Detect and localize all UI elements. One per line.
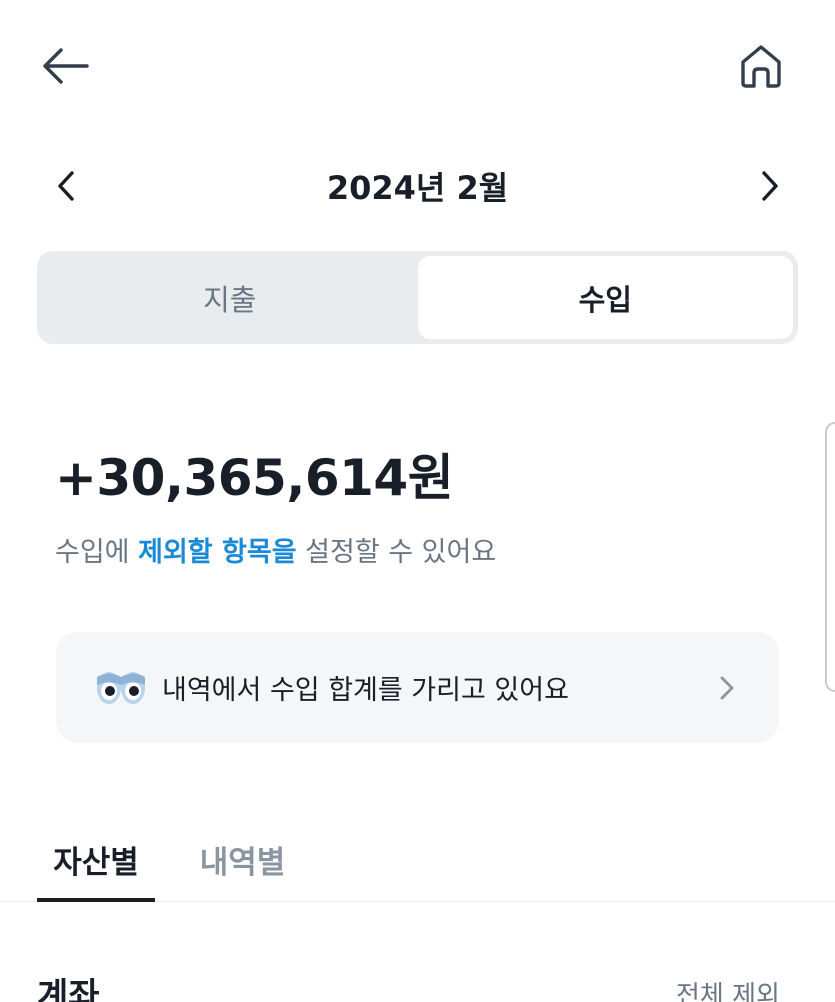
chevron-left-icon <box>58 171 74 201</box>
home-button[interactable] <box>728 36 794 96</box>
chevron-right-icon <box>762 171 778 201</box>
tab-by-history[interactable]: 내역별 <box>180 818 305 901</box>
side-panel-handle[interactable] <box>825 422 835 692</box>
prev-month-button[interactable] <box>40 160 92 212</box>
segment-expense[interactable]: 지출 <box>42 256 418 339</box>
exclude-all-button[interactable]: 전체 제외 <box>676 975 780 1002</box>
hidden-total-notice[interactable]: 내역에서 수입 합계를 가리고 있어요 <box>56 632 779 743</box>
exclude-hint-prefix: 수입에 <box>55 537 139 568</box>
segment-income[interactable]: 수입 <box>417 256 793 339</box>
eyes-icon <box>97 671 145 704</box>
exclude-items-link[interactable]: 제외할 항목을 <box>138 537 296 568</box>
page: 2024년 2월 지출 수입 +30,365,614원 수입에 제외할 항목을 … <box>0 0 835 1002</box>
back-button[interactable] <box>30 36 100 96</box>
section-title: 계좌 <box>37 976 100 1002</box>
tab-by-asset[interactable]: 자산별 <box>37 818 155 902</box>
exclude-hint: 수입에 제외할 항목을 설정할 수 있어요 <box>55 530 496 570</box>
breakdown-tabs: 자산별 내역별 <box>0 818 835 902</box>
total-amount: +30,365,614원 <box>55 449 454 507</box>
arrow-left-icon <box>43 48 89 84</box>
exclude-hint-suffix: 설정할 수 있어요 <box>296 537 497 568</box>
home-icon <box>741 45 781 88</box>
next-month-button[interactable] <box>744 160 796 212</box>
hidden-total-text: 내역에서 수입 합계를 가리고 있어요 <box>162 675 569 706</box>
expense-income-toggle: 지출 수입 <box>37 251 798 344</box>
chevron-right-icon <box>720 676 734 699</box>
month-title: 2024년 2월 <box>326 169 509 207</box>
